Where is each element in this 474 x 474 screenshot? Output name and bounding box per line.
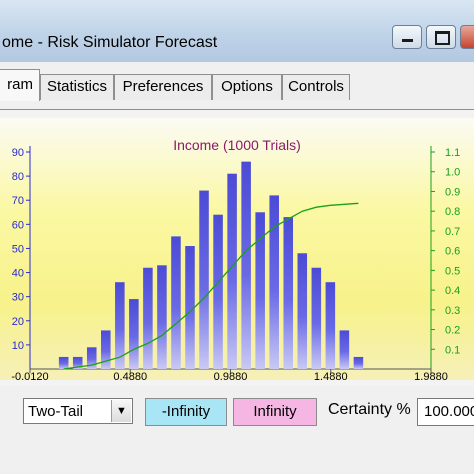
left-axis-tick-label: 80 (12, 171, 24, 183)
tail-type-value: Two-Tail (28, 403, 84, 420)
histogram-bar (213, 214, 223, 369)
upper-bound-input[interactable]: Infinity (233, 398, 317, 426)
histogram-bar (199, 190, 209, 369)
tab-histogram[interactable]: ram (0, 69, 40, 101)
right-axis-tick-label: 0.1 (445, 344, 460, 356)
tab-options[interactable]: Options (212, 74, 282, 100)
histogram-bar (339, 330, 350, 369)
certainty-input[interactable]: 100.000 (417, 398, 474, 426)
risk-simulator-forecast-window: ome - Risk Simulator Forecast ram Statis… (0, 0, 474, 474)
right-axis-tick-label: 0.9 (445, 186, 460, 198)
left-axis-tick-label: 20 (12, 316, 24, 328)
histogram-bar (311, 267, 322, 369)
histogram-bar (325, 282, 336, 369)
x-axis-tick-label: 1.4880 (314, 371, 348, 380)
histogram-bar (297, 253, 308, 369)
right-axis-tick-label: 0.6 (445, 246, 460, 258)
lower-bound-input[interactable]: -Infinity (145, 398, 227, 426)
x-axis-tick-label: -0.0120 (11, 371, 48, 380)
histogram-chart: Income (1000 Trials) 10 20 30 40 50 60 70 80 90 0.… (11, 137, 460, 383)
right-axis-tick-label: 0.2 (445, 325, 460, 337)
right-axis-tick-label: 0.7 (445, 226, 460, 238)
right-axis-tick-label: 0.5 (445, 265, 460, 277)
tab-strip: ram Statistics Preferences Options Contr… (0, 62, 474, 110)
histogram-bar (157, 265, 167, 369)
right-axis-tick-label: 1.0 (445, 167, 460, 179)
title-bar: ome - Risk Simulator Forecast (0, 0, 474, 62)
certainty-label: Certainty % (328, 401, 411, 418)
left-axis-tick-label: 50 (12, 243, 24, 255)
right-axis-tick-label: 0.8 (445, 206, 460, 218)
window-title: ome - Risk Simulator Forecast (2, 34, 218, 51)
right-axis-tick-label: 1.1 (445, 147, 460, 159)
chevron-down-icon[interactable]: ▼ (111, 400, 131, 422)
x-axis-tick-label: 1.9880 (414, 371, 448, 380)
histogram-bar (171, 236, 181, 369)
tab-controls[interactable]: Controls (282, 74, 350, 100)
histogram-bar (58, 356, 69, 369)
right-axis-tick-label: 0.4 (445, 285, 460, 297)
histogram-bar (101, 330, 111, 369)
histogram-chart-area: Income (1000 Trials) 10 20 30 40 50 60 70 80 90 0.… (0, 118, 474, 383)
left-axis-tick-label: 40 (12, 268, 24, 280)
maximize-button[interactable] (426, 25, 456, 49)
x-axis-tick-label: 0.9880 (214, 371, 248, 380)
histogram-bar (269, 195, 279, 369)
minimize-icon (402, 39, 413, 42)
x-axis-tick-label: 0.4880 (113, 371, 147, 380)
histogram-bar (227, 173, 237, 369)
left-axis-tick-label: 10 (12, 340, 24, 352)
left-axis-tick-label: 90 (12, 147, 24, 159)
histogram-bar (129, 299, 139, 369)
histogram-bar (143, 267, 153, 369)
histogram-bar (185, 246, 195, 369)
minimize-button[interactable] (392, 25, 422, 49)
tail-type-select[interactable]: Two-Tail ▼ (23, 398, 133, 424)
tab-statistics[interactable]: Statistics (40, 74, 114, 100)
close-button[interactable] (460, 25, 474, 49)
histogram-bar (241, 161, 251, 369)
right-axis-tick-label: 0.3 (445, 305, 460, 317)
tab-preferences[interactable]: Preferences (114, 74, 212, 100)
histogram-bar (353, 356, 364, 369)
chart-title: Income (1000 Trials) (173, 137, 301, 153)
histogram-bar (283, 217, 294, 369)
left-axis-tick-label: 60 (12, 219, 24, 231)
left-axis-tick-label: 70 (12, 195, 24, 207)
left-axis-tick-label: 30 (12, 292, 24, 304)
maximize-icon (435, 31, 450, 45)
